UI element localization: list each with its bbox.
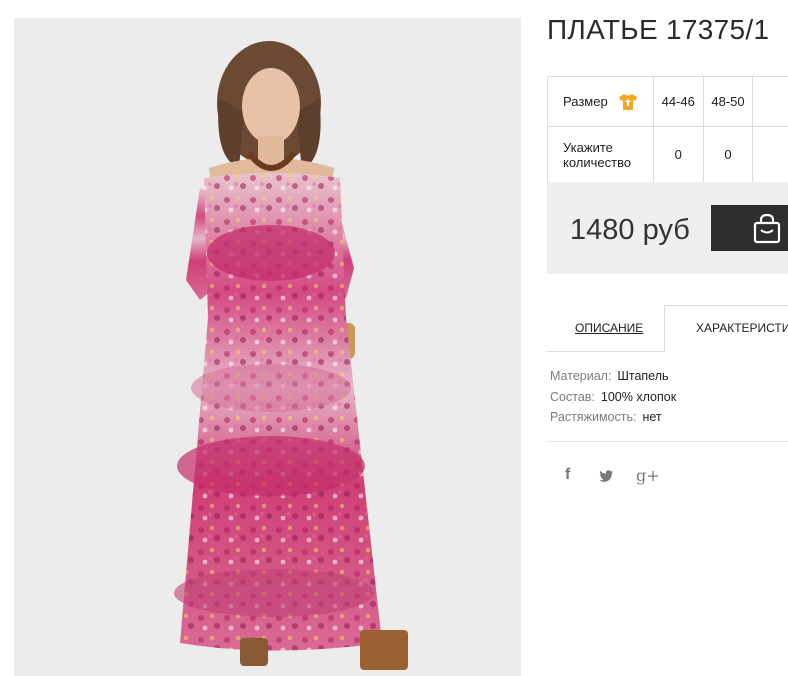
characteristic-key: Материал: xyxy=(550,369,612,383)
dress-illustration xyxy=(14,18,521,676)
tshirt-size-icon[interactable] xyxy=(618,93,638,111)
product-photo[interactable] xyxy=(14,18,521,676)
characteristic-value: Штапель xyxy=(617,369,669,383)
facebook-icon[interactable]: f xyxy=(565,466,570,484)
tab-characteristics[interactable]: ХАРАКТЕРИСТИКИ xyxy=(664,305,788,352)
quantity-row: Укажите количество 0 0 xyxy=(547,126,788,183)
twitter-icon[interactable] xyxy=(599,470,614,482)
size-label: Размер xyxy=(563,94,608,109)
quantity-input[interactable]: 0 xyxy=(652,126,704,183)
size-column: 44-46 xyxy=(652,76,704,127)
quantity-label-line: Укажите xyxy=(563,139,613,155)
characteristics-list: Материал: Штапель Состав: 100% хлопок Раст… xyxy=(550,369,676,431)
product-title: ПЛАТЬЕ 17375/1 xyxy=(547,14,770,45)
size-column: 48-50 xyxy=(702,76,754,127)
product-price: 1480 руб xyxy=(570,214,690,246)
characteristic-key: Растяжимость: xyxy=(550,410,637,424)
size-quantity-table: Размер 44-46 48-50 Укажите количество 0 … xyxy=(547,76,788,183)
section-divider xyxy=(547,441,788,442)
characteristic-key: Состав: xyxy=(550,389,595,404)
size-row: Размер 44-46 48-50 xyxy=(547,76,788,127)
characteristic-row: Материал: Штапель xyxy=(550,369,676,390)
shopping-bag-icon xyxy=(753,214,781,244)
size-column-overflow xyxy=(752,76,788,127)
quantity-label-cell: Укажите количество xyxy=(547,126,654,183)
googleplus-icon[interactable]: g+ xyxy=(636,466,660,485)
quantity-input[interactable]: 0 xyxy=(702,126,754,183)
price-panel: 1480 руб xyxy=(547,182,788,274)
quantity-label-line: количество xyxy=(563,154,632,170)
add-to-cart-button[interactable] xyxy=(711,205,788,251)
size-label-cell: Размер xyxy=(547,76,654,127)
characteristic-value: 100% хлопок xyxy=(600,389,677,404)
tab-description[interactable]: ОПИСАНИЕ xyxy=(575,321,643,335)
quantity-column-overflow xyxy=(752,126,788,183)
characteristic-row: Растяжимость: нет xyxy=(550,410,676,431)
characteristic-row: Состав: 100% хлопок xyxy=(550,390,676,411)
characteristic-value: нет xyxy=(642,410,662,424)
